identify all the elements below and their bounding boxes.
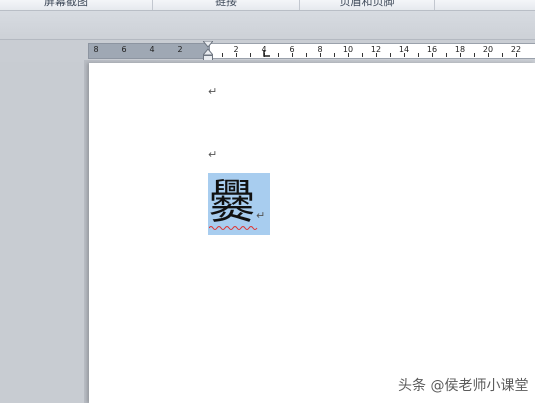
ruler-tick xyxy=(292,53,293,57)
paragraph-mark: ↵ xyxy=(208,148,218,161)
ruler-number: 6 xyxy=(121,45,127,54)
ribbon-group-screenshot[interactable]: 屏幕截图 xyxy=(0,0,153,10)
ribbon-group-label: 屏幕截图 xyxy=(44,0,88,8)
ruler-tick xyxy=(348,53,349,57)
ruler-tick xyxy=(376,53,377,57)
ruler-tick xyxy=(460,53,461,57)
spellcheck-underline-icon xyxy=(209,226,258,230)
ribbon-group-label: 页眉和页脚 xyxy=(339,0,395,8)
ribbon-group-header-footer[interactable]: 页眉和页脚 xyxy=(300,0,435,10)
ruler-tick xyxy=(222,53,223,57)
ruler-tick xyxy=(502,53,503,57)
ruler-tick xyxy=(306,53,307,57)
ruler-number: 4 xyxy=(149,45,155,54)
ruler-tick xyxy=(418,53,419,57)
ruler-tick xyxy=(278,53,279,57)
ruler-tick xyxy=(404,53,405,57)
ruler-tick xyxy=(320,53,321,57)
ribbon-group-links[interactable]: 链接 xyxy=(153,0,300,10)
ruler-tick xyxy=(474,53,475,57)
ruler-tick xyxy=(362,53,363,57)
ruler-tick xyxy=(236,53,237,57)
document-page[interactable] xyxy=(89,63,535,403)
ribbon-group-labels: 屏幕截图 链接 页眉和页脚 xyxy=(0,0,535,11)
indent-marker-icon[interactable] xyxy=(203,41,213,61)
ruler-tick xyxy=(446,53,447,57)
ruler-tick xyxy=(334,53,335,57)
ruler-number: 8 xyxy=(93,45,99,54)
complex-character[interactable]: 爨 xyxy=(209,172,255,232)
ruler-tick xyxy=(390,53,391,57)
ribbon-group-label: 链接 xyxy=(215,0,237,8)
watermark: 头条 @侯老师小课堂 xyxy=(398,378,529,394)
ribbon-bottom-bar xyxy=(0,11,535,40)
ruler-number: 2 xyxy=(177,45,183,54)
paragraph-mark: ↵ xyxy=(256,209,266,222)
ruler-tick xyxy=(516,53,517,57)
ruler-tick xyxy=(488,53,489,57)
ruler-tick xyxy=(432,53,433,57)
paragraph-mark: ↵ xyxy=(208,85,218,98)
left-tab-stop-icon[interactable] xyxy=(263,50,270,57)
ruler-tick xyxy=(250,53,251,57)
